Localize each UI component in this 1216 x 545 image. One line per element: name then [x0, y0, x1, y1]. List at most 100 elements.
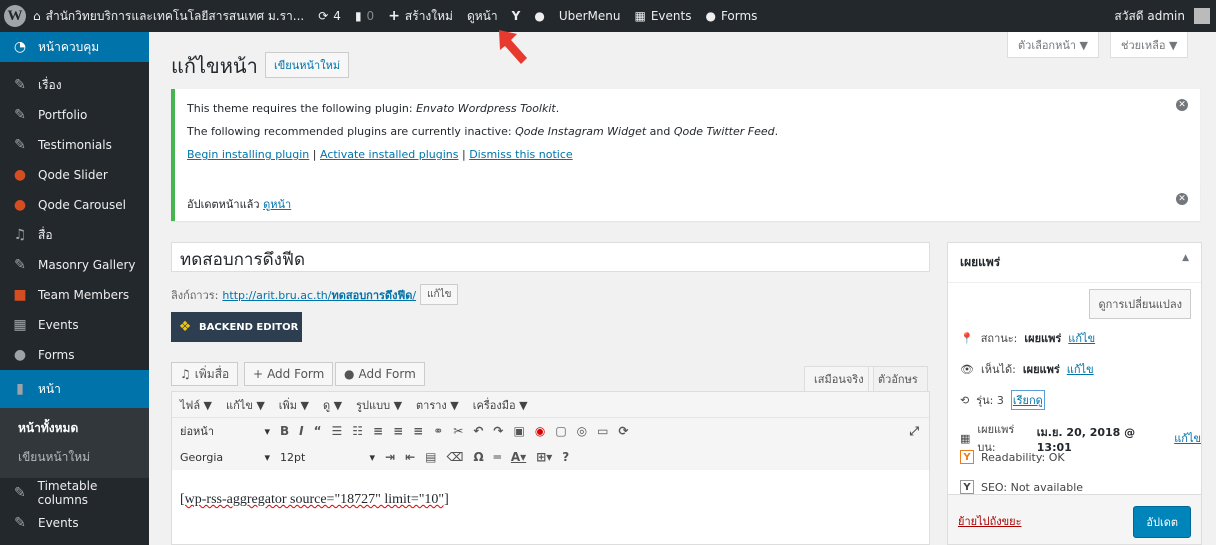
post-title-input[interactable]: ทดสอบการดึงฟีด [171, 242, 930, 272]
view-page-notice-link[interactable]: ดูหน้า [263, 198, 291, 211]
browse-revisions-link[interactable]: เรียกดู [1010, 390, 1045, 410]
sidebar-item-events[interactable]: ▦ Events [0, 310, 149, 340]
chevron-down-icon: ▾ [369, 450, 375, 464]
tab-text[interactable]: ตัวอักษร [868, 366, 928, 391]
format-select[interactable]: ย่อหน้า ▾ [180, 422, 270, 440]
screen-options-button[interactable]: ตัวเลือกหน้า ▼ [1007, 32, 1099, 58]
readability-row: Y Readability: OK [960, 450, 1065, 464]
collapse-icon[interactable]: ▲ [1182, 253, 1189, 272]
forms-link[interactable]: ● Forms [698, 0, 764, 32]
font-size-select[interactable]: 12pt ▾ [280, 451, 375, 464]
sidebar-item-posts[interactable]: ✎ เรื่อง [0, 70, 149, 100]
menu-table[interactable]: ตาราง ▼ [416, 396, 459, 414]
fullscreen-icon[interactable]: ⤢ [909, 424, 919, 439]
begin-installing-link[interactable]: Begin installing plugin [187, 148, 309, 161]
link-icon[interactable]: ⚭ [433, 424, 443, 438]
close-icon[interactable]: ✕ [1176, 193, 1188, 205]
site-name-link[interactable]: ⌂ สำนักวิทยบริการและเทคโนโลยีสารสนเทศ ม.ร… [26, 0, 311, 32]
help-icon[interactable]: ? [562, 450, 569, 464]
blockquote-icon[interactable]: “ [314, 424, 322, 438]
undo-icon[interactable]: ↶ [473, 424, 483, 438]
menu-file[interactable]: ไฟล์ ▼ [180, 396, 212, 414]
rss-icon[interactable]: ◎ [577, 424, 587, 438]
sidebar-item-masonry-gallery[interactable]: ✎ Masonry Gallery [0, 250, 149, 280]
forms-icon: ● [13, 347, 27, 363]
updates-link[interactable]: ⟳ 4 [311, 0, 348, 32]
align-left-icon[interactable]: ≡ [373, 424, 383, 438]
text-color-icon[interactable]: A▾ [511, 450, 526, 464]
help-button[interactable]: ช่วยเหลือ ▼ [1110, 32, 1189, 58]
update-button[interactable]: อัปเดต [1133, 506, 1191, 538]
admin-bar: W ⌂ สำนักวิทยบริการและเทคโนโลยีสารสนเทศ ม… [0, 0, 1216, 32]
sidebar-item-forms[interactable]: ● Forms [0, 340, 149, 370]
edit-slug-button[interactable]: แก้ไข [420, 284, 459, 305]
table-icon[interactable]: ⊞▾ [536, 450, 552, 464]
refresh-icon[interactable]: ⟳ [618, 424, 628, 438]
menu-tools[interactable]: เครื่องมือ ▼ [473, 396, 528, 414]
redo-icon[interactable]: ↷ [493, 424, 503, 438]
italic-icon[interactable]: I [299, 424, 303, 438]
outdent-icon[interactable]: ⇤ [405, 450, 415, 464]
align-right-icon[interactable]: ≡ [413, 424, 423, 438]
menu-view[interactable]: ดู ▼ [323, 396, 342, 414]
sidebar-item-pages[interactable]: ▮ หน้า [0, 370, 149, 408]
align-center-icon[interactable]: ≡ [393, 424, 403, 438]
hr-icon[interactable]: ═ [494, 450, 501, 464]
image-icon[interactable]: ▣ [513, 424, 524, 438]
sidebar-item-testimonials[interactable]: ✎ Testimonials [0, 130, 149, 160]
new-content-link[interactable]: + สร้างใหม่ [381, 0, 460, 32]
dismiss-notice-link[interactable]: Dismiss this notice [469, 148, 572, 161]
submenu-all-pages[interactable]: หน้าทั้งหมด [0, 414, 149, 443]
backend-editor-button[interactable]: ❖ BACKEND EDITOR [171, 312, 302, 342]
forms-icon: ● [344, 367, 355, 381]
numbered-list-icon[interactable]: ☷ [352, 424, 363, 438]
bold-icon[interactable]: B [280, 424, 289, 438]
permalink-link[interactable]: http://arit.bru.ac.th/ทดสอบการดึงฟีด/ [222, 286, 416, 304]
add-form-button-2[interactable]: ● Add Form [335, 362, 425, 386]
sidebar-item-qode-slider[interactable]: ● Qode Slider [0, 160, 149, 190]
close-icon[interactable]: ✕ [1176, 99, 1188, 111]
events-link[interactable]: ▦ Events [627, 0, 698, 32]
menu-insert[interactable]: เพิ่ม ▼ [279, 396, 309, 414]
ubermenu-link[interactable]: UberMenu [552, 0, 628, 32]
tab-visual[interactable]: เสมือนจริง [804, 366, 874, 391]
add-new-page-button[interactable]: เขียนหน้าใหม่ [265, 52, 350, 78]
sidebar-item-dashboard[interactable]: ◔ หน้าควบคุม [0, 32, 149, 62]
preview-changes-button[interactable]: ดูการเปลี่ยนแปลง [1089, 289, 1191, 319]
move-to-trash-link[interactable]: ย้ายไปถังขยะ [958, 512, 1022, 530]
eraser-icon[interactable]: ⌫ [446, 450, 463, 464]
insert-icon[interactable]: ▢ [555, 424, 566, 438]
omega-icon[interactable]: Ω [473, 450, 483, 464]
font-family-select[interactable]: Georgia ▾ [180, 451, 270, 464]
editor-content[interactable]: [wp-rss-aggregator source="18727" limit=… [172, 470, 929, 530]
submenu-add-new-page[interactable]: เขียนหน้าใหม่ [0, 443, 149, 472]
account-menu[interactable]: สวัสดี admin [1107, 0, 1216, 32]
menu-edit[interactable]: แก้ไข ▼ [226, 396, 265, 414]
indent-icon[interactable]: ⇥ [385, 450, 395, 464]
sidebar-item-media[interactable]: ♫ สื่อ [0, 220, 149, 250]
activate-plugins-link[interactable]: Activate installed plugins [320, 148, 459, 161]
eye-icon: 👁 [960, 362, 974, 376]
add-form-button[interactable]: + Add Form [244, 362, 334, 386]
shortcode-icon[interactable]: ▭ [597, 424, 608, 438]
edit-visibility-link[interactable]: แก้ไข [1067, 360, 1094, 378]
calendar-icon: ▦ [634, 9, 646, 23]
bullet-list-icon[interactable]: ☰ [332, 424, 343, 438]
unlink-icon[interactable]: ✂ [453, 424, 463, 438]
add-media-button[interactable]: ♫ เพิ่มสื่อ [171, 362, 239, 386]
paste-icon[interactable]: ▤ [425, 450, 436, 464]
main-content: ตัวเลือกหน้า ▼ ช่วยเหลือ ▼ แก้ไขหน้า เขี… [149, 32, 1216, 545]
sidebar-item-portfolio[interactable]: ✎ Portfolio [0, 100, 149, 130]
edit-date-link[interactable]: แก้ไข [1174, 429, 1201, 447]
publish-box-header[interactable]: เผยแพร่ ▲ [948, 243, 1201, 283]
wordpress-logo-icon[interactable]: W [4, 5, 26, 27]
sidebar-item-timetable-columns[interactable]: ✎ Timetable columns [0, 478, 149, 508]
edit-status-link[interactable]: แก้ไข [1068, 329, 1095, 347]
sidebar-item-qode-carousel[interactable]: ● Qode Carousel [0, 190, 149, 220]
record-icon[interactable]: ◉ [535, 424, 545, 438]
comments-link[interactable]: ▮ 0 [348, 0, 381, 32]
sidebar-item-team-members[interactable]: ■ Team Members [0, 280, 149, 310]
sidebar-item-events-2[interactable]: ✎ Events [0, 508, 149, 538]
menu-format[interactable]: รูปแบบ ▼ [356, 396, 402, 414]
updates-icon: ⟳ [318, 9, 329, 23]
